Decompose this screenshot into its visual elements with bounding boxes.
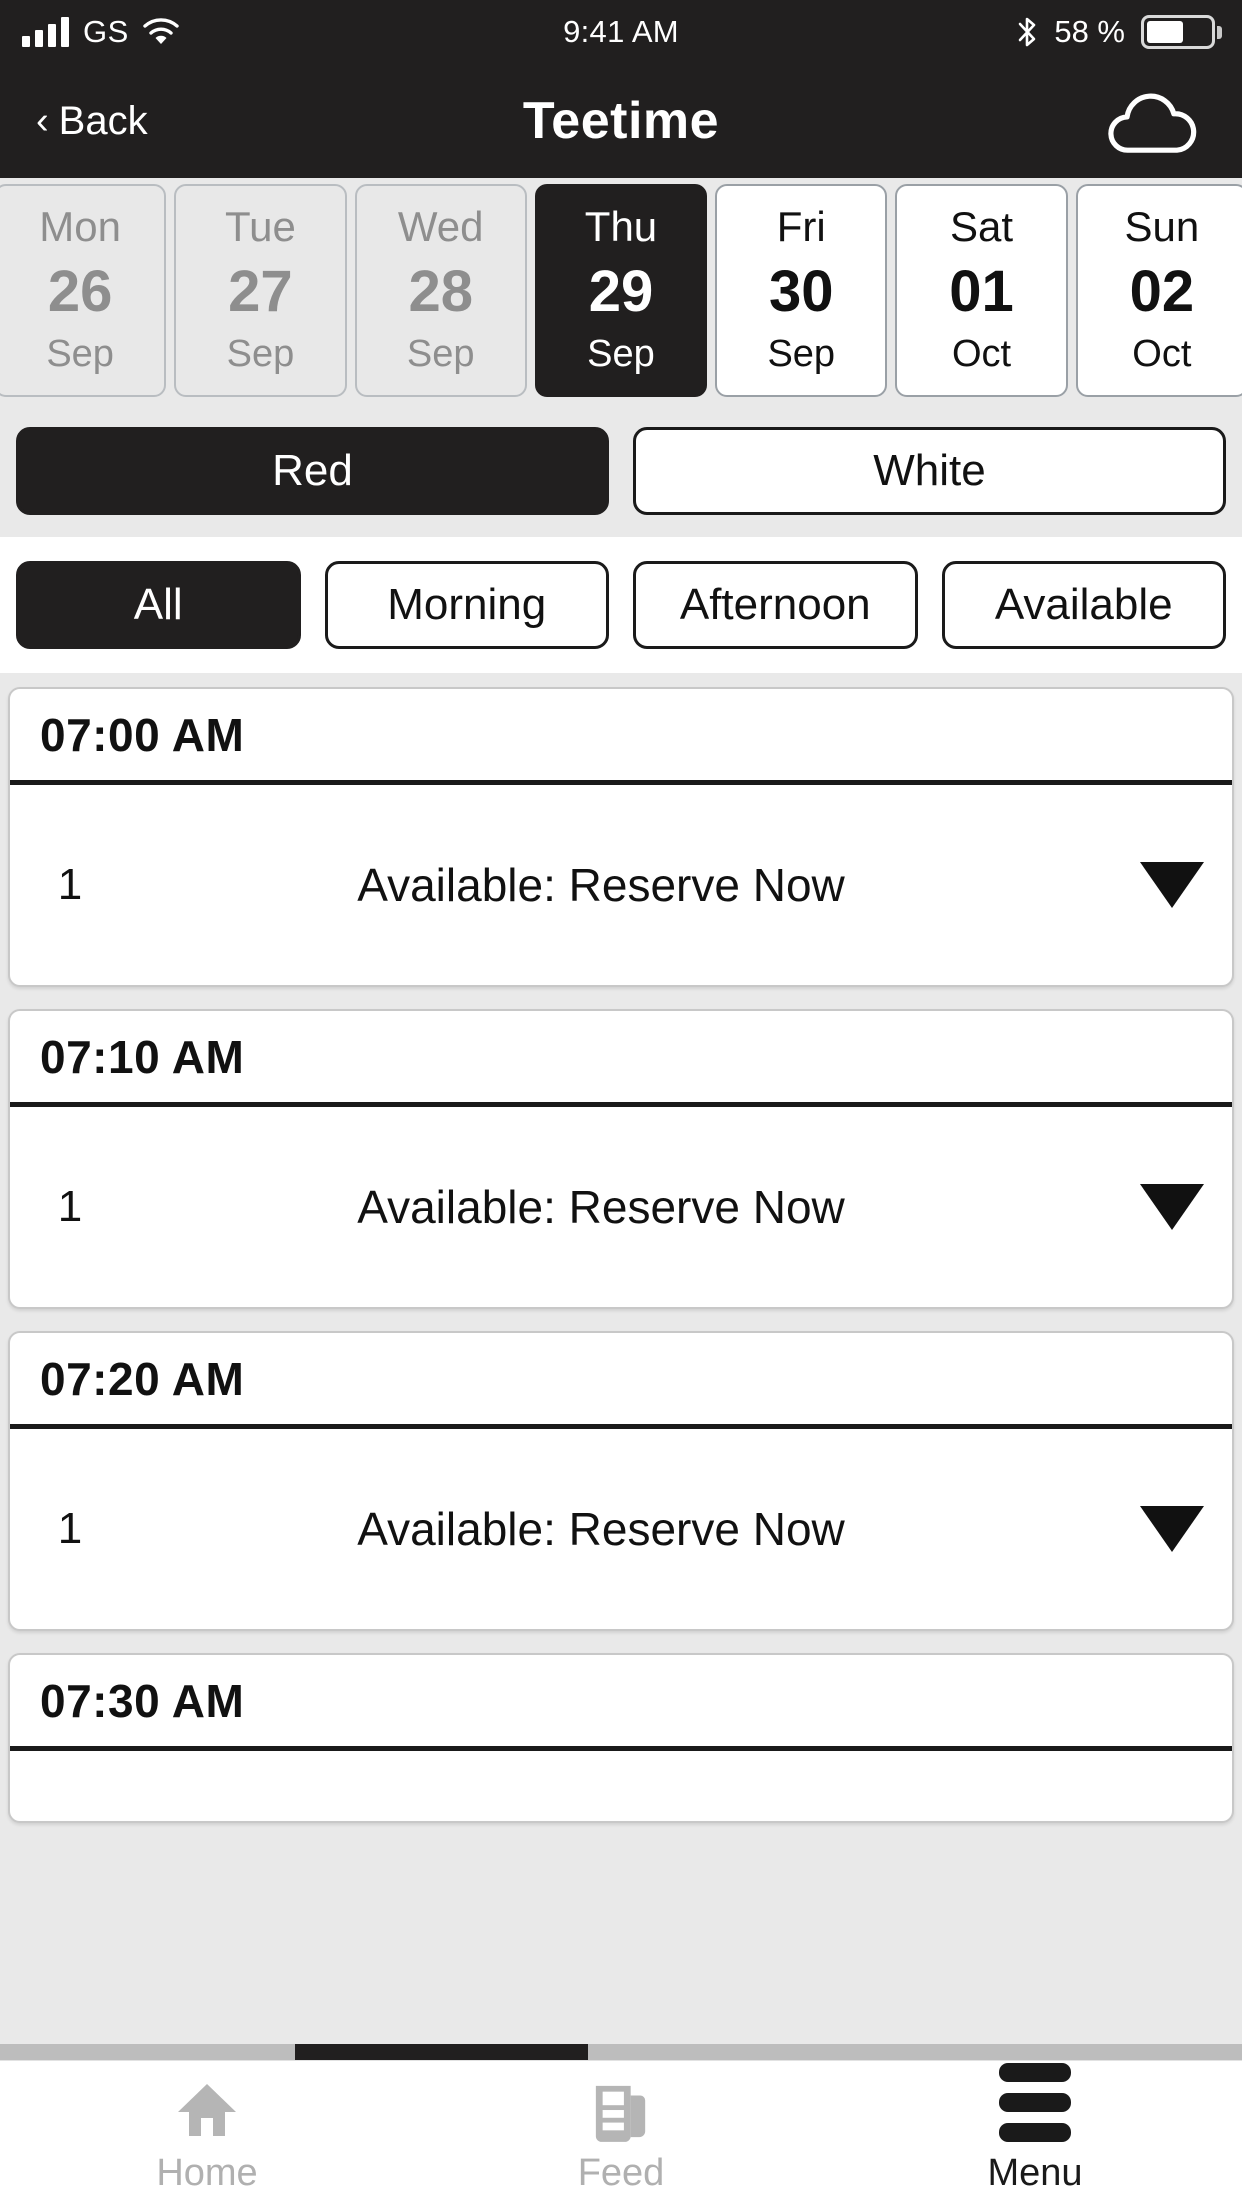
chevron-down-icon[interactable]: [1112, 1506, 1232, 1552]
teetime-player-count: 1: [57, 860, 83, 909]
nav-header: ‹ Back Teetime: [0, 64, 1242, 178]
tab-feed[interactable]: Feed: [414, 2074, 828, 2195]
teetime-status-label: Available: Reserve Now: [357, 1503, 845, 1555]
teetime-status-label: Available: Reserve Now: [357, 859, 845, 911]
filter-chip-label: Morning: [387, 580, 547, 629]
teetime-card[interactable]: 07:30 AM: [8, 1653, 1234, 1823]
filter-chip-label: Available: [994, 580, 1173, 629]
filter-chip-afternoon[interactable]: Afternoon: [633, 561, 918, 649]
date-card-month: Oct: [951, 333, 1012, 375]
date-card-dayname: Thu: [584, 203, 658, 250]
date-card-daynumber: 29: [588, 258, 654, 324]
date-card-fri[interactable]: Fri 30 Sep: [715, 184, 888, 397]
tab-menu[interactable]: Menu: [828, 2063, 1242, 2195]
filter-chip-all[interactable]: All: [16, 561, 301, 649]
tab-home[interactable]: Home: [0, 2074, 414, 2195]
date-selector: Mon 26 Sep Tue 27 Sep Wed 28 Sep Thu 29 Sep Fri 30 Sep…: [0, 178, 1242, 405]
bottom-tab-bar: Home Feed Menu: [0, 2060, 1242, 2208]
date-card-daynumber: 02: [1129, 258, 1195, 324]
teetime-time-label: 07:30 AM: [40, 1674, 245, 1727]
filter-chip-label: Afternoon: [679, 580, 871, 629]
course-button-white[interactable]: White: [633, 427, 1226, 515]
teetime-player-count: 1: [57, 1182, 83, 1231]
date-card-month: Sep: [587, 333, 655, 375]
page-title: Teetime: [522, 92, 720, 150]
date-card-month: Sep: [226, 333, 295, 375]
date-card-daynumber: 27: [228, 258, 293, 324]
course-button-label: Red: [272, 446, 353, 495]
filter-chip-label: All: [133, 580, 183, 629]
filter-chip-available[interactable]: Available: [941, 561, 1226, 649]
status-bar-clock: 9:41 AM: [563, 14, 679, 49]
teetime-card[interactable]: 07:10 AM 1 Available: Reserve Now: [8, 1009, 1234, 1309]
teetime-time-label: 07:00 AM: [40, 708, 245, 761]
tab-label: Feed: [577, 2152, 665, 2194]
teetime-slot-row[interactable]: 1 Available: Reserve Now: [10, 1107, 1232, 1307]
teetime-slot-row[interactable]: [10, 1751, 1232, 1821]
date-card-thu[interactable]: Thu 29 Sep: [534, 184, 708, 397]
hamburger-menu-icon: [999, 2063, 1071, 2142]
teetime-player-count: 1: [57, 1504, 83, 1553]
teetime-time-label: 07:10 AM: [40, 1030, 245, 1083]
teetime-slot-row[interactable]: 1 Available: Reserve Now: [10, 785, 1232, 985]
time-filter-chips: All Morning Afternoon Available: [0, 537, 1242, 673]
course-button-label: White: [873, 446, 986, 495]
teetime-card-header: 07:20 AM: [10, 1333, 1232, 1429]
date-card-month: Oct: [1132, 333, 1192, 375]
chevron-down-icon[interactable]: [1112, 1184, 1232, 1230]
date-card-sat[interactable]: Sat 01 Oct: [895, 184, 1068, 397]
scrollbar-track[interactable]: [0, 2044, 1242, 2060]
scrollbar-thumb[interactable]: [295, 2044, 588, 2060]
date-card-tue: Tue 27 Sep: [174, 184, 347, 397]
feed-icon: [592, 2074, 650, 2142]
date-card-mon: Mon 26 Sep: [0, 184, 167, 397]
teetime-status-label: Available: Reserve Now: [357, 1181, 845, 1233]
tab-label: Home: [156, 2152, 258, 2194]
teetime-card-header: 07:00 AM: [10, 689, 1232, 785]
teetime-time-label: 07:20 AM: [40, 1352, 245, 1405]
date-card-dayname: Mon: [39, 203, 121, 250]
tab-label: Menu: [987, 2152, 1083, 2194]
teetime-card[interactable]: 07:20 AM 1 Available: Reserve Now: [8, 1331, 1234, 1631]
date-card-wed: Wed 28 Sep: [354, 184, 527, 397]
date-card-month: Sep: [46, 333, 114, 375]
date-card-dayname: Tue: [225, 203, 296, 250]
teetime-slot-row[interactable]: 1 Available: Reserve Now: [10, 1429, 1232, 1629]
date-card-dayname: Wed: [397, 203, 484, 250]
app-screen: GS 9:41 AM 58 % ‹ Back Teetime Mon 26 Se…: [0, 0, 1242, 2208]
date-card-daynumber: 30: [769, 258, 834, 324]
home-icon: [175, 2074, 239, 2142]
date-card-daynumber: 01: [949, 258, 1014, 324]
teetime-card-header: 07:10 AM: [10, 1011, 1232, 1107]
date-card-daynumber: 26: [47, 258, 113, 324]
date-card-sun[interactable]: Sun 02 Oct: [1075, 184, 1242, 397]
course-button-red[interactable]: Red: [16, 427, 609, 515]
filter-chip-morning[interactable]: Morning: [324, 561, 609, 649]
date-card-dayname: Sat: [950, 203, 1014, 250]
course-toggle: Red White: [0, 405, 1242, 537]
teetime-list[interactable]: 07:00 AM 1 Available: Reserve Now 07:10 AM 1…: [0, 673, 1242, 2060]
date-card-dayname: Fri: [776, 203, 826, 250]
date-card-dayname: Sun: [1124, 203, 1200, 250]
date-card-daynumber: 28: [408, 258, 473, 324]
teetime-card[interactable]: 07:00 AM 1 Available: Reserve Now: [8, 687, 1234, 987]
teetime-card-header: 07:30 AM: [10, 1655, 1232, 1751]
chevron-down-icon[interactable]: [1112, 862, 1232, 908]
date-card-month: Sep: [767, 333, 836, 375]
status-bar: GS 9:41 AM 58 %: [0, 0, 1242, 64]
date-card-month: Sep: [406, 333, 475, 375]
cloud-icon[interactable]: [1100, 83, 1242, 160]
